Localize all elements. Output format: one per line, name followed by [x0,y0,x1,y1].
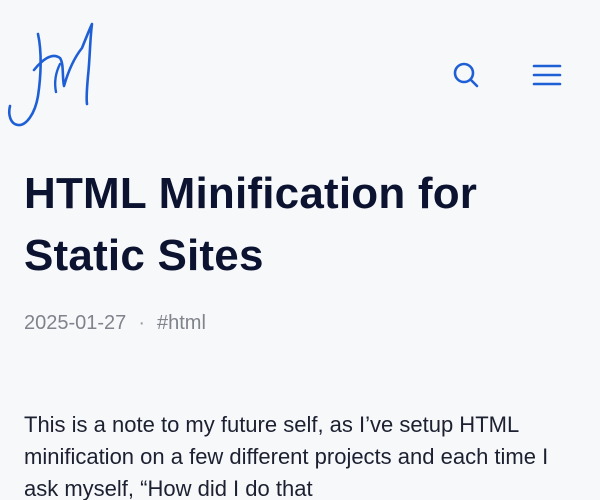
post-date: 2025-01-27 [24,312,127,334]
article-intro: This is a note to my future self, as I’v… [24,412,549,500]
page-title: HTML Minification for Static Sites [24,169,478,280]
menu-button[interactable] [527,55,567,95]
article: HTML Minification for Static Sites 2025-… [24,163,569,500]
post-meta: 2025-01-27 · #html [24,309,569,337]
tag-link-html[interactable]: #html [157,309,206,337]
search-button[interactable] [446,55,486,95]
hamburger-menu-icon [532,64,562,86]
site-header [0,0,600,140]
search-icon [453,62,479,88]
meta-separator: · [138,312,145,334]
signature-logo-icon [7,22,94,127]
